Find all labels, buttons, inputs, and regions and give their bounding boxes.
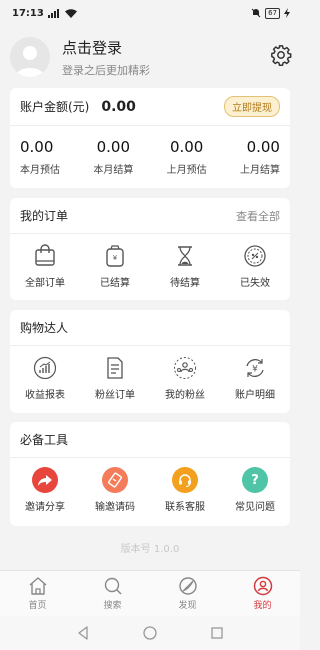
invite-share-button[interactable]: 邀请分享: [10, 467, 80, 513]
fans-icon: [174, 357, 196, 379]
stat-last-month-settled: 0.00 上月结算: [239, 138, 280, 176]
share-icon: [38, 475, 52, 486]
headset-icon: [179, 474, 191, 488]
mute-icon: [251, 8, 261, 18]
back-icon[interactable]: [76, 626, 90, 640]
shopping-expert-card: 购物达人 收益报表 粉丝订单 我的粉丝 ¥ 账户明细: [10, 310, 290, 413]
view-all-orders-link[interactable]: 查看全部: [236, 208, 280, 224]
fan-orders-button[interactable]: 粉丝订单: [80, 355, 150, 401]
document-icon: [107, 357, 123, 379]
login-title[interactable]: 点击登录: [62, 37, 150, 58]
gear-icon[interactable]: [270, 44, 292, 66]
tab-search[interactable]: 搜索: [75, 571, 150, 616]
contact-support-button[interactable]: 联系客服: [150, 467, 220, 513]
orders-all-button[interactable]: 全部订单: [10, 243, 80, 289]
system-nav-bar: [0, 616, 300, 650]
chart-icon: [33, 356, 57, 380]
status-bar: 17:13 67: [0, 0, 300, 26]
search-icon: [104, 577, 122, 595]
bottom-tab-bar: 首页 搜索 发现 我的: [0, 570, 300, 616]
orders-title: 我的订单: [20, 209, 69, 223]
hourglass-icon: [178, 246, 192, 266]
battery-indicator: 67: [265, 7, 280, 19]
earnings-report-button[interactable]: 收益报表: [10, 355, 80, 401]
enter-invite-code-button[interactable]: 输邀请码: [80, 467, 150, 513]
stat-this-month-settled: 0.00 本月结算: [93, 138, 134, 176]
profile-header[interactable]: 点击登录 登录之后更加精彩: [0, 26, 300, 88]
ticket-icon: [107, 472, 123, 488]
wallet-icon: ¥: [106, 245, 124, 267]
yen-refresh-icon: ¥: [246, 359, 264, 377]
svg-text:¥: ¥: [113, 254, 118, 262]
wifi-icon: [64, 8, 77, 18]
orders-pending-button[interactable]: 待结算: [150, 243, 220, 289]
tab-me[interactable]: 我的: [225, 571, 300, 616]
stat-this-month-estimate: 0.00 本月预估: [20, 138, 60, 176]
tools-card: 必备工具 邀请分享 输邀请码 联系客服 ? 常见问题: [10, 422, 290, 526]
orders-card: 我的订单 查看全部 全部订单 ¥ 已结算 待结算 已失效: [10, 198, 290, 300]
balance-card: 账户金额(元) 0.00 立即提现 0.00 本月预估 0.00 本月结算 0.…: [10, 88, 290, 188]
balance-label: 账户金额(元): [20, 100, 90, 114]
account-details-button[interactable]: ¥ 账户明细: [220, 355, 290, 401]
orders-expired-button[interactable]: 已失效: [220, 243, 290, 289]
discover-icon: [178, 577, 197, 595]
recents-icon[interactable]: [210, 626, 224, 640]
tab-home[interactable]: 首页: [0, 571, 75, 616]
charging-icon: [284, 8, 290, 18]
home-nav-icon[interactable]: [143, 626, 157, 640]
avatar[interactable]: [10, 37, 50, 77]
status-time: 17:13: [12, 7, 44, 19]
user-icon: [253, 576, 272, 596]
tab-discover[interactable]: 发现: [150, 571, 225, 616]
stat-last-month-estimate: 0.00 上月预估: [166, 138, 207, 176]
my-fans-button[interactable]: 我的粉丝: [150, 355, 220, 401]
shopping-expert-title: 购物达人: [20, 321, 69, 335]
question-icon: ?: [251, 472, 259, 488]
svg-text:¥: ¥: [252, 365, 258, 375]
faq-button[interactable]: ? 常见问题: [220, 467, 290, 513]
signal-icon: [47, 8, 59, 18]
expired-icon: [244, 245, 266, 267]
balance-amount: 0.00: [101, 98, 136, 115]
withdraw-button[interactable]: 立即提现: [224, 96, 280, 117]
home-icon: [29, 577, 46, 595]
orders-settled-button[interactable]: ¥ 已结算: [80, 243, 150, 289]
tools-title: 必备工具: [20, 433, 69, 447]
version-label: 版本号 1.0.0: [120, 544, 180, 555]
default-avatar-icon: [16, 46, 44, 77]
login-subtitle: 登录之后更加精彩: [62, 63, 150, 77]
bag-icon: [35, 244, 55, 266]
